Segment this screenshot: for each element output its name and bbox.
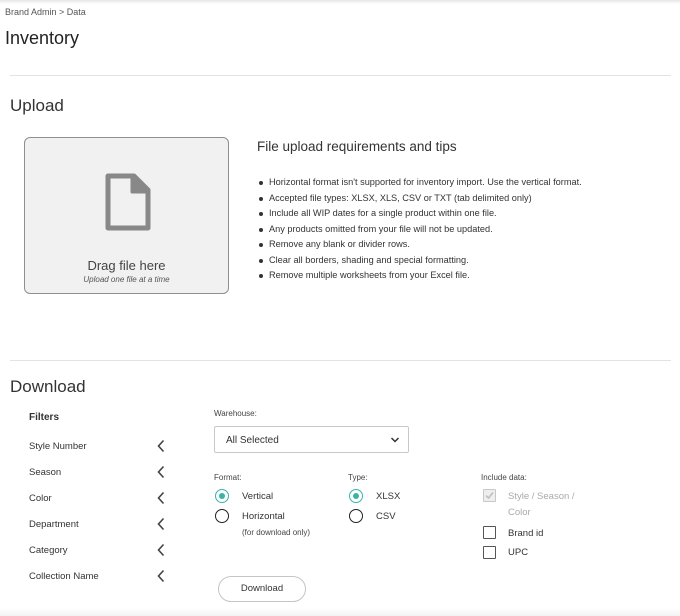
tip-item: Remove multiple worksheets from your Exc…	[258, 268, 582, 284]
bottom-fade	[0, 608, 680, 616]
include-upc-checkbox[interactable]	[483, 546, 496, 559]
include-brand-id-label: Brand id	[508, 528, 544, 539]
divider	[10, 360, 671, 361]
download-section-title: Download	[10, 377, 86, 396]
type-label: Type:	[348, 473, 368, 482]
tip-item: Accepted file types: XLSX, XLS, CSV or T…	[258, 191, 582, 207]
upload-section-title: Upload	[10, 96, 64, 115]
include-style-season-color-label: Style / Season /	[508, 491, 575, 502]
warehouse-select[interactable]: All Selected	[214, 426, 409, 453]
format-horizontal-label: Horizontal	[242, 511, 285, 522]
tip-item: Include all WIP dates for a single produ…	[258, 206, 582, 222]
dropzone-title: Drag file here	[87, 258, 166, 273]
tips-title: File upload requirements and tips	[257, 139, 457, 154]
filter-color[interactable]: Color	[29, 490, 165, 508]
chevron-left-icon	[157, 491, 165, 505]
filter-label: Category	[29, 545, 68, 556]
file-icon	[105, 173, 151, 231]
include-style-season-color-label-2: Color	[508, 507, 531, 518]
chevron-left-icon	[157, 517, 165, 531]
format-label: Format:	[214, 473, 242, 482]
include-style-season-color-checkbox[interactable]	[483, 489, 496, 502]
filter-style-number[interactable]: Style Number	[29, 438, 165, 456]
warehouse-value: All Selected	[226, 435, 279, 446]
checkmark-icon	[485, 492, 494, 500]
chevron-left-icon	[157, 569, 165, 583]
filter-label: Style Number	[29, 441, 87, 452]
type-xlsx-radio[interactable]	[349, 489, 363, 503]
tip-item: Horizontal format isn't supported for in…	[258, 175, 582, 191]
format-horizontal-radio[interactable]	[215, 509, 229, 523]
filter-season[interactable]: Season	[29, 464, 165, 482]
breadcrumb[interactable]: Brand Admin > Data	[5, 7, 86, 17]
chevron-left-icon	[157, 439, 165, 453]
tips-list: Horizontal format isn't supported for in…	[258, 175, 582, 284]
filter-collection-name[interactable]: Collection Name	[29, 568, 165, 586]
filter-label: Color	[29, 493, 52, 504]
top-shadow	[0, 0, 680, 4]
filter-department[interactable]: Department	[29, 516, 165, 534]
type-csv-label: CSV	[376, 511, 396, 522]
horizontal-note: (for download only)	[242, 528, 311, 537]
include-brand-id-checkbox[interactable]	[483, 526, 496, 539]
format-vertical-radio[interactable]	[215, 489, 229, 503]
filter-label: Department	[29, 519, 79, 530]
file-dropzone[interactable]: Drag file here Upload one file at a time	[24, 137, 229, 294]
filter-label: Season	[29, 467, 62, 478]
filter-category[interactable]: Category	[29, 542, 165, 560]
tip-item: Any products omitted from your file will…	[258, 222, 582, 238]
filter-label: Collection Name	[29, 571, 99, 582]
include-data-label: Include data:	[481, 473, 527, 482]
tip-item: Clear all borders, shading and special f…	[258, 253, 582, 269]
warehouse-label: Warehouse:	[214, 409, 257, 418]
include-upc-label: UPC	[508, 547, 529, 558]
type-xlsx-label: XLSX	[376, 491, 401, 502]
filters-title: Filters	[29, 412, 60, 423]
tip-item: Remove any blank or divider rows.	[258, 237, 582, 253]
dropzone-subtitle: Upload one file at a time	[83, 275, 170, 284]
page-title: Inventory	[5, 28, 80, 48]
download-button[interactable]: Download	[218, 576, 306, 602]
chevron-left-icon	[157, 543, 165, 557]
chevron-down-icon	[390, 437, 400, 443]
divider	[10, 75, 671, 76]
format-vertical-label: Vertical	[242, 491, 274, 502]
type-csv-radio[interactable]	[349, 509, 363, 523]
chevron-left-icon	[157, 465, 165, 479]
